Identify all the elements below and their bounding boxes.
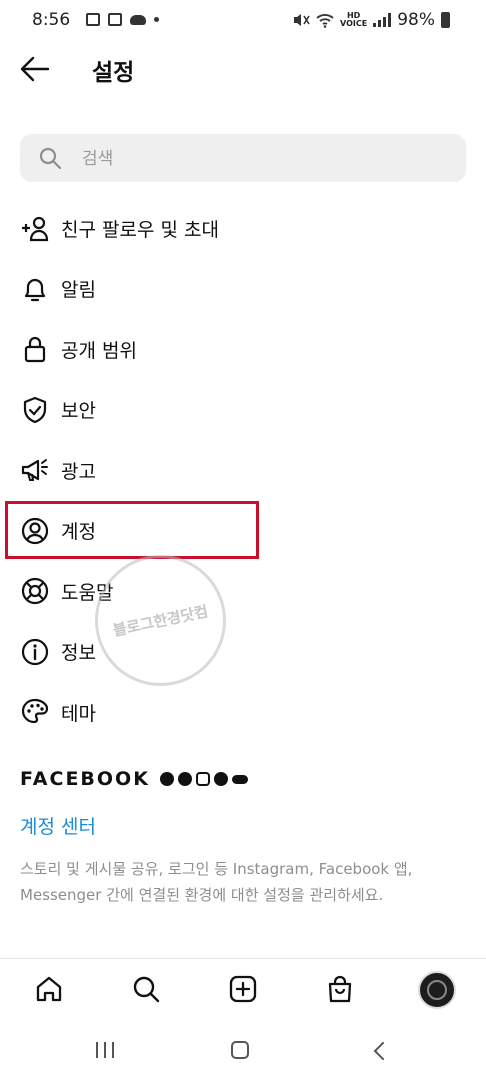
meta-apps-icons: [159, 772, 248, 786]
menu-item-theme[interactable]: 테마: [0, 682, 486, 743]
menu-item-label: 테마: [61, 702, 96, 725]
home-icon[interactable]: [34, 974, 64, 1004]
gallery-notification-icon: [86, 13, 100, 26]
menu-item-label: 알림: [61, 279, 96, 302]
watermark-stamp: 블로그한경닷컴: [95, 555, 226, 686]
settings-menu: 친구 팔로우 및 초대 알림 공개 범위 보안 광고 계정 도움말 정보 테마: [0, 198, 486, 743]
calendar-notification-icon: [108, 13, 122, 26]
wifi-icon: [316, 13, 334, 28]
highlight-box: [5, 501, 259, 559]
hd-voice-icon: HD VOICE: [340, 11, 368, 28]
shield-icon: [23, 396, 47, 423]
signal-icon: [373, 13, 392, 27]
status-time: 8:56: [32, 10, 71, 30]
battery-percent: 98%: [397, 10, 435, 30]
battery-icon: [441, 12, 450, 28]
search-input[interactable]: [80, 142, 444, 176]
system-navigation-bar: [0, 1022, 486, 1080]
shop-bag-icon[interactable]: [325, 974, 355, 1004]
status-system-icons: HD VOICE 98%: [292, 10, 450, 30]
system-back-icon[interactable]: [370, 1040, 390, 1062]
menu-item-about[interactable]: 정보: [0, 622, 486, 683]
accounts-center-link[interactable]: 계정 센터: [20, 812, 96, 839]
facebook-label: FACEBOOK: [20, 768, 150, 790]
portal-icon: [231, 774, 248, 784]
profile-avatar[interactable]: [418, 971, 456, 1009]
more-notifications-dot-icon: [154, 17, 159, 22]
menu-item-label: 공개 범위: [61, 339, 137, 362]
back-arrow-icon[interactable]: [18, 52, 52, 86]
menu-item-ads[interactable]: 광고: [0, 440, 486, 501]
info-icon: [21, 638, 49, 665]
watermark-text: 블로그한경닷컴: [111, 602, 210, 640]
search-icon: [39, 147, 62, 170]
hd-label: HD: [346, 11, 361, 20]
bell-icon: [24, 278, 46, 301]
menu-item-privacy[interactable]: 공개 범위: [0, 319, 486, 380]
instagram-icon: [195, 772, 210, 786]
home-button[interactable]: [231, 1041, 249, 1059]
lock-icon: [24, 337, 46, 363]
page-title: 설정: [92, 60, 135, 86]
settings-header: 설정: [0, 44, 486, 94]
bottom-navigation: [0, 962, 486, 1018]
recent-apps-button[interactable]: [96, 1042, 114, 1058]
status-notification-icons: [86, 13, 159, 26]
menu-item-security[interactable]: 보안: [0, 380, 486, 441]
mute-icon: [294, 14, 310, 26]
menu-item-follow-invite[interactable]: 친구 팔로우 및 초대: [0, 198, 486, 259]
messenger-icon: [177, 772, 192, 786]
menu-item-label: 정보: [61, 642, 96, 665]
menu-item-label: 광고: [61, 460, 96, 483]
bottom-nav-divider: [0, 958, 486, 959]
lifebuoy-icon: [21, 578, 49, 605]
search-bar[interactable]: [20, 134, 466, 182]
menu-item-label: 친구 팔로우 및 초대: [61, 218, 219, 241]
palette-icon: [21, 699, 49, 724]
search-nav-icon[interactable]: [131, 974, 161, 1004]
add-person-icon: [22, 217, 49, 242]
menu-item-notifications[interactable]: 알림: [0, 259, 486, 320]
whatsapp-icon: [213, 772, 228, 786]
facebook-icon: [159, 772, 174, 786]
status-bar: 8:56 HD VOICE 98%: [0, 0, 486, 42]
cloud-icon: [130, 14, 146, 25]
megaphone-icon: [21, 459, 48, 482]
accounts-center-description: 스토리 및 게시물 공유, 로그인 등 Instagram, Facebook …: [20, 860, 413, 904]
menu-item-label: 보안: [61, 400, 96, 423]
create-post-icon[interactable]: [228, 974, 258, 1004]
menu-item-help[interactable]: 도움말: [0, 561, 486, 622]
facebook-section-heading: FACEBOOK: [20, 768, 248, 790]
